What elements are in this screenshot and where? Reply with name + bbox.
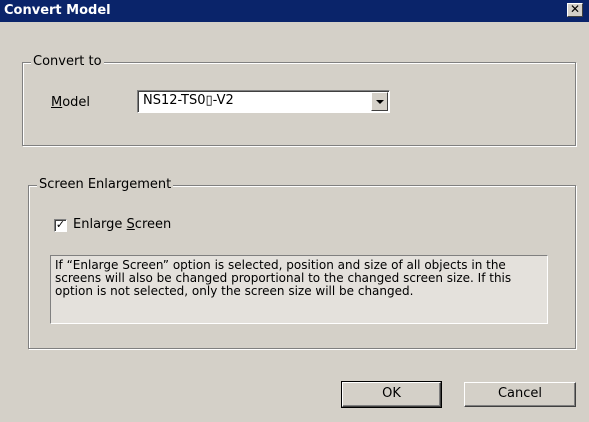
enlarge-screen-label[interactable]: Enlarge Screen (73, 217, 171, 232)
checkmark-icon: ✓ (55, 218, 66, 231)
chevron-down-icon[interactable] (371, 92, 388, 111)
cancel-button-label: Cancel (497, 386, 543, 401)
window-title: Convert Model (4, 3, 111, 18)
cancel-button[interactable]: Cancel (464, 382, 576, 407)
title-bar: Convert Model ✕ (0, 0, 589, 22)
info-text-box: If “Enlarge Screen” option is selected, … (50, 255, 548, 324)
model-select[interactable]: NS12-TS0▯-V2 (137, 90, 390, 113)
close-icon: ✕ (569, 2, 581, 16)
model-select-value: NS12-TS0▯-V2 (143, 93, 234, 108)
ok-button-label: OK (382, 386, 401, 401)
enlarge-screen-checkbox[interactable]: ✓ (54, 219, 67, 232)
info-text: If “Enlarge Screen” option is selected, … (55, 258, 512, 298)
convert-to-legend: Convert to (31, 54, 104, 69)
screen-enlargement-legend: Screen Enlargement (37, 177, 174, 192)
model-label: Model (51, 95, 91, 110)
close-button[interactable]: ✕ (567, 3, 583, 17)
ok-button[interactable]: OK (341, 381, 442, 408)
